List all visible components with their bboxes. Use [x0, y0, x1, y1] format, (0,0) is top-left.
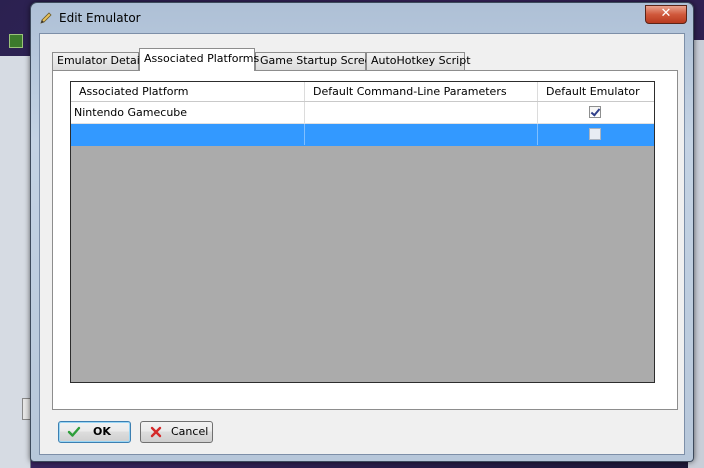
table-row-new[interactable] [71, 124, 654, 146]
close-icon: ✕ [660, 6, 672, 21]
pencil-icon [39, 11, 53, 25]
dialog-client-area: Emulator Details Associated Platforms Ga… [39, 33, 685, 455]
tab-label: Emulator Details [57, 54, 149, 67]
ok-label: OK [93, 425, 111, 438]
checkmark-icon [67, 425, 81, 439]
column-header-associated-platform[interactable]: Associated Platform [71, 82, 305, 101]
tab-game-startup-screen[interactable]: Game Startup Screen [255, 52, 378, 70]
tab-label: Associated Platforms [144, 52, 260, 65]
default-emulator-cell [538, 102, 654, 123]
tab-autohotkey-script[interactable]: AutoHotkey Script [366, 52, 471, 70]
grid-header: Associated Platform Default Command-Line… [71, 82, 654, 102]
close-button[interactable]: ✕ [645, 5, 687, 24]
associated-platforms-panel: Associated Platform Default Command-Line… [52, 70, 678, 410]
platform-cell[interactable] [71, 124, 305, 145]
parameters-cell[interactable] [305, 102, 538, 123]
default-emulator-cell [538, 124, 654, 145]
ok-button[interactable]: OK [58, 421, 131, 443]
platform-cell[interactable]: Nintendo Gamecube [71, 102, 305, 123]
cancel-label: Cancel [171, 425, 209, 438]
platforms-grid[interactable]: Associated Platform Default Command-Line… [70, 81, 655, 383]
default-emulator-checkbox[interactable] [589, 106, 601, 118]
tab-associated-platforms[interactable]: Associated Platforms [139, 48, 259, 71]
default-emulator-checkbox[interactable] [589, 128, 601, 140]
dialog-title: Edit Emulator [59, 11, 141, 25]
tab-label: Game Startup Screen [260, 54, 379, 67]
tab-label: AutoHotkey Script [371, 54, 471, 67]
cross-icon [149, 425, 163, 439]
parameters-cell[interactable] [305, 124, 538, 145]
column-header-command-line-parameters[interactable]: Default Command-Line Parameters [305, 82, 538, 101]
table-row[interactable]: Nintendo Gamecube [71, 102, 654, 124]
cancel-button[interactable]: Cancel [140, 421, 213, 443]
tab-emulator-details[interactable]: Emulator Details [52, 52, 149, 70]
edit-emulator-dialog: Edit Emulator ✕ Emulator Details Associa… [30, 2, 694, 462]
column-header-default-emulator[interactable]: Default Emulator [538, 82, 654, 101]
background-app-icon [9, 34, 23, 48]
